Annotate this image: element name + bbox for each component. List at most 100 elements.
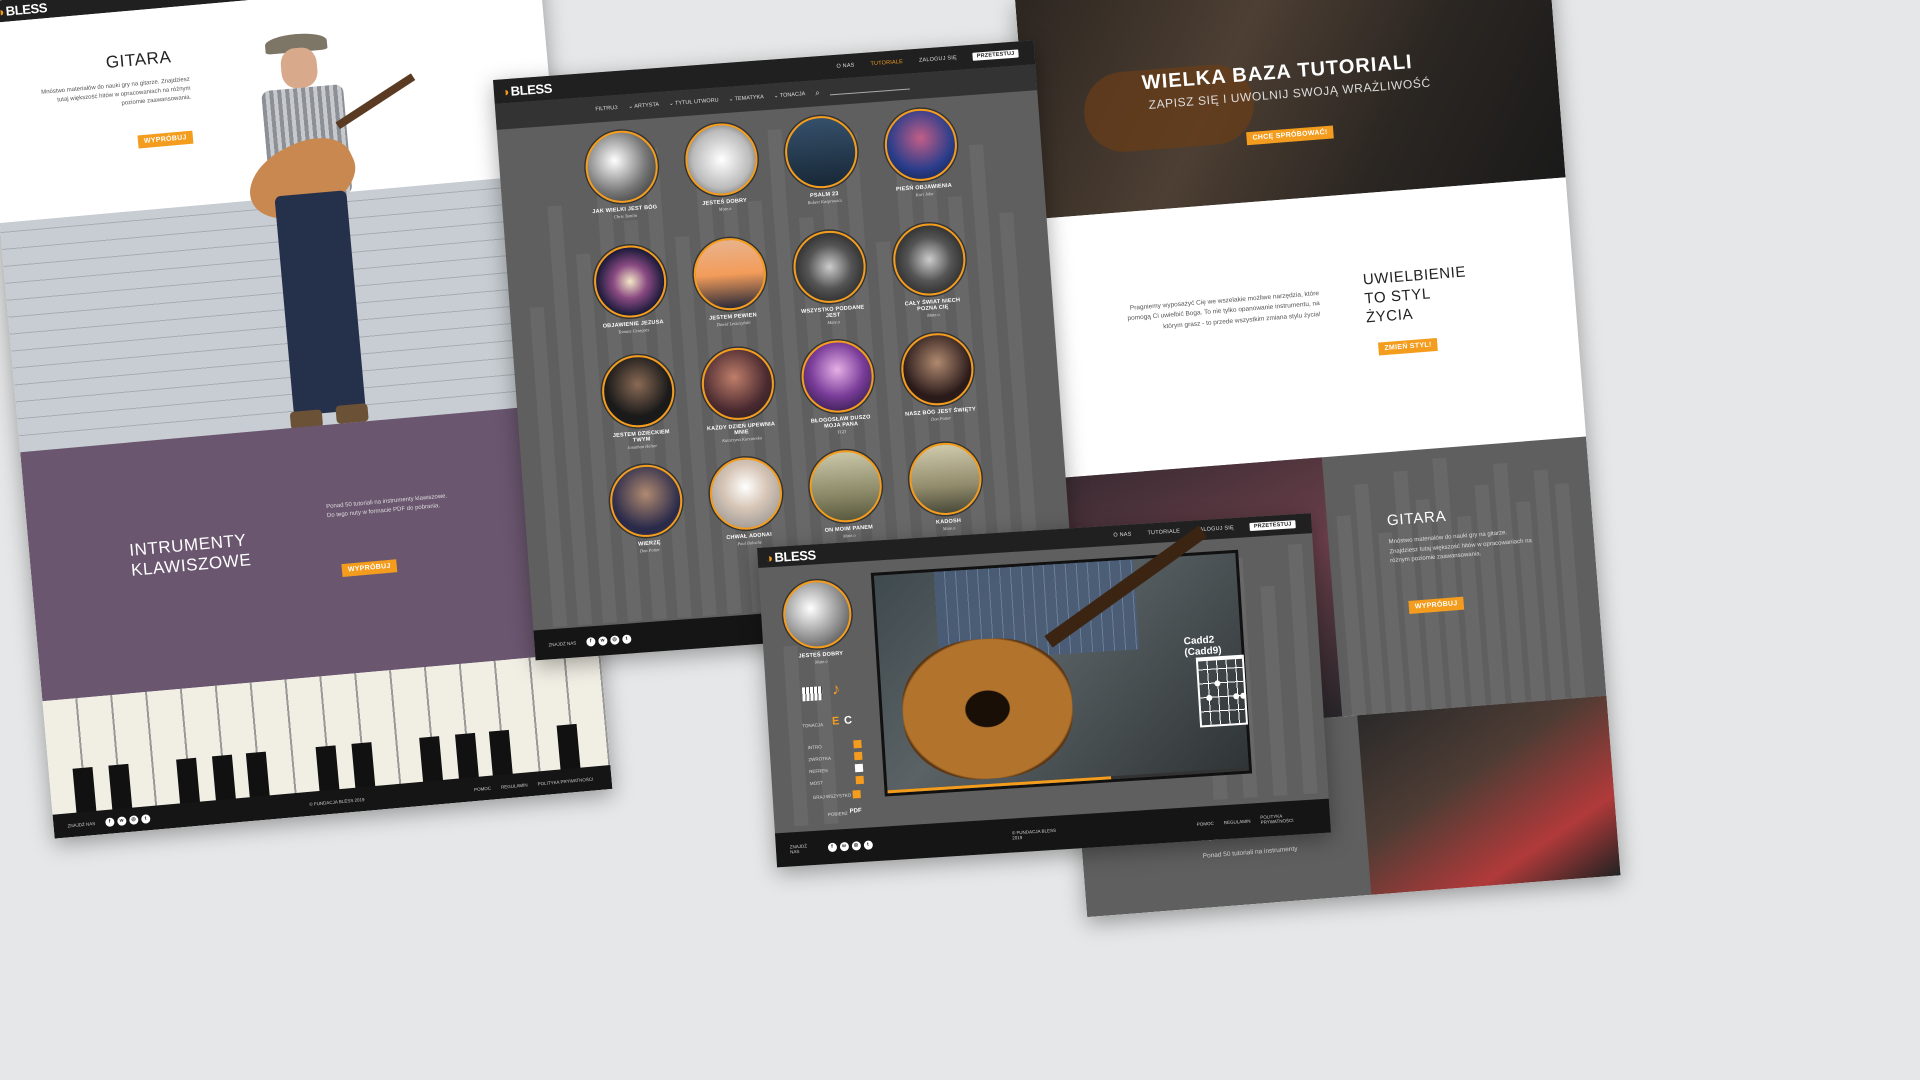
tutorial-card[interactable]: JESTEM DZIECKIEM TWYM Jonathan Helser (599, 352, 679, 452)
guitarist-photo (195, 24, 442, 461)
keyboard-hands-photo (1357, 695, 1621, 895)
tutorial-cover (791, 228, 869, 306)
footer-privacy[interactable]: POLITYKA PRYWATNOŚCI (1260, 811, 1316, 825)
section-verse: ZWROTKA (808, 755, 831, 762)
try-button[interactable]: PRZETESTUJ (972, 49, 1019, 61)
search-input[interactable] (829, 83, 910, 96)
section-intro-toggle[interactable] (853, 739, 862, 749)
tutorial-cover (906, 440, 984, 518)
twitter-icon[interactable]: t (621, 633, 632, 644)
tutorial-card[interactable]: PSALM 23 Robert Kasprowicz (782, 113, 861, 207)
section-bridge-toggle[interactable] (855, 775, 865, 785)
footer-privacy[interactable]: POLITYKA PRYWATNOŚCI (537, 776, 593, 786)
tutorial-card[interactable]: JESTEŚ DOBRY Mate.o (682, 120, 761, 214)
tutorial-card[interactable]: JAK WIELKI JEST BÓG Chris Tomlin (583, 128, 661, 221)
tutorial-card[interactable]: JESTEM PEWIEN Dawid Leszczyński (691, 235, 769, 329)
tutorial-card[interactable]: ON MOIM PANEM Mate.o (807, 447, 885, 541)
worship-text: Pragniemy wyposażyć Cię we wszelakie moż… (1127, 290, 1321, 331)
keys-text: Ponad 50 tutoriali na instrumenty klawis… (326, 493, 448, 520)
tutorial-card[interactable]: CAŁY ŚWIAT NIECH POZNA CIĘ Mate.o (890, 220, 970, 320)
guitar-text: Mnóstwo materiałów do nauki gry na gitar… (40, 76, 192, 107)
filter-title[interactable]: ⌄ TYTUŁ UTWORU (669, 98, 719, 108)
twitter-icon[interactable]: t (863, 839, 873, 850)
facebook-icon[interactable]: f (585, 636, 596, 647)
video-player[interactable]: Cadd2 (Cadd9) (870, 525, 1253, 797)
guitar-title: GITARA (105, 47, 173, 73)
tutorial-card[interactable]: WSZYSTKO PODDANE JEST Mate.o (791, 228, 870, 327)
tutorial-card[interactable]: OBJAWIENIE JEZUSA Tomasz Grzegorz (591, 242, 670, 336)
section-intro: INTRO (807, 743, 822, 750)
tutorial-cover (898, 330, 976, 408)
nav-about[interactable]: O NAS (836, 62, 855, 69)
player-page-mockup: O NAS TUTORIALE ZALOGUJ SIĘ PRZETESTUJ ◑… (757, 513, 1331, 868)
play-all-toggle[interactable] (852, 789, 861, 799)
right-keys-text: Ponad 50 tutoriali na instrumenty (1202, 845, 1298, 860)
whatsapp-icon[interactable]: w (116, 815, 127, 826)
logo-mark-icon: ◑ (0, 4, 5, 20)
tutorial-cover (782, 113, 860, 191)
twitter-icon[interactable]: t (140, 813, 151, 824)
footer-terms[interactable]: REGULAMIN (1224, 818, 1251, 825)
facebook-icon[interactable]: f (104, 816, 115, 827)
section-bridge: MOST (809, 779, 824, 786)
footer-find-us: ZNAJDŹ NAS (67, 820, 96, 828)
filter-artist[interactable]: ⌄ ARTYSTA (628, 102, 659, 110)
whatsapp-icon[interactable]: w (597, 635, 608, 646)
keys-section: INTRUMENTY KLAWISZOWE Ponad 50 tutoriali… (20, 402, 601, 702)
nav-login[interactable]: ZALOGUJ SIĘ (919, 55, 957, 64)
facebook-icon[interactable]: f (827, 842, 837, 852)
section-list: INTRO ZWROTKA REFREN MOST (807, 738, 865, 789)
tutorial-cover (607, 462, 685, 540)
guitar-try-button[interactable]: WYPRÓBUJ (137, 130, 194, 149)
key-option-c[interactable]: C (844, 714, 853, 726)
tutorial-card[interactable]: WIERZĘ Don Potter (607, 462, 686, 555)
footer-copyright: © FUNDACJA BLESS 2019 (309, 796, 365, 807)
tutorial-cover (807, 447, 885, 525)
footer-help[interactable]: POMOC (474, 785, 491, 791)
try-button[interactable]: PRZETESTUJ (1249, 520, 1296, 532)
footer-help[interactable]: POMOC (1197, 820, 1214, 826)
filter-topic[interactable]: ⌄ TEMATYKA (728, 94, 764, 103)
tutorial-card[interactable]: NASZ BÓG JEST ŚWIĘTY Don Potter (898, 330, 977, 424)
tutorial-cover (882, 106, 960, 184)
social-icons: f w ◎ t (104, 813, 151, 827)
tutorial-card[interactable]: CHWAŁ ADONAI Paul Baloche (707, 455, 785, 548)
pdf-download-link[interactable]: PDF (850, 808, 862, 815)
tutorial-cover (699, 345, 777, 423)
brand-logo[interactable]: ◑ BLESS (765, 547, 816, 565)
logo-mark-icon: ◑ (765, 550, 773, 565)
worship-title-2: TO STYL (1363, 285, 1432, 308)
tutorial-card[interactable]: PIEŚŃ OBJAWIENIA Kari Jobe (882, 106, 960, 199)
video-guitar (898, 633, 1077, 785)
filter-label: FILTRUJ: (595, 104, 619, 113)
piano-icon[interactable] (801, 686, 823, 702)
footer-find-us: ZNAJDŹ NAS (789, 843, 808, 855)
worship-cta-button[interactable]: ZMIEŃ STYL! (1377, 337, 1439, 356)
nav-tutorials-active[interactable]: TUTORIALE (870, 59, 903, 67)
footer-find-us: ZNAJDŹ NAS (548, 639, 577, 647)
tutorial-cover (583, 128, 661, 206)
tutorial-card[interactable]: BŁOGOSŁAW DUSZO MOJA PANA TGD (799, 338, 878, 437)
whatsapp-icon[interactable]: w (839, 841, 849, 851)
keys-try-button[interactable]: WYPRÓBUJ (341, 559, 398, 578)
nav-tutorials[interactable]: TUTORIALE (1147, 528, 1180, 536)
footer-copyright: © FUNDACJA BLESS 2019 (1011, 827, 1057, 841)
search-icon[interactable]: ⌕ (815, 88, 820, 98)
key-option-e[interactable]: E (832, 715, 840, 727)
social-icons: f w ◎ t (585, 633, 632, 647)
guitar-icon[interactable]: ♪ (832, 681, 841, 699)
instagram-icon[interactable]: ◎ (128, 814, 139, 825)
worship-section: Pragniemy wyposażyć Cię we wszelakie moż… (1032, 177, 1587, 479)
filter-key[interactable]: ⌄ TONACJA (774, 91, 806, 99)
worship-title-3: ŻYCIA (1365, 305, 1414, 327)
footer-terms[interactable]: REGULAMIN (501, 782, 528, 789)
tutorial-card[interactable]: KADOSH Mate.o (906, 440, 985, 533)
section-verse-toggle[interactable] (854, 751, 863, 761)
hero-cta-button[interactable]: CHCĘ SPRÓBOWAĆ! (1246, 125, 1335, 146)
nav-about[interactable]: O NAS (1113, 531, 1131, 538)
tutorial-card[interactable]: KAŻDY DZIEŃ UPEWNIA MNIE Katarzyna Kurzaw… (699, 345, 778, 444)
instagram-icon[interactable]: ◎ (609, 634, 620, 645)
logo-mark-icon: ◑ (501, 84, 510, 99)
instagram-icon[interactable]: ◎ (851, 840, 861, 851)
section-chorus-toggle[interactable] (854, 763, 864, 773)
